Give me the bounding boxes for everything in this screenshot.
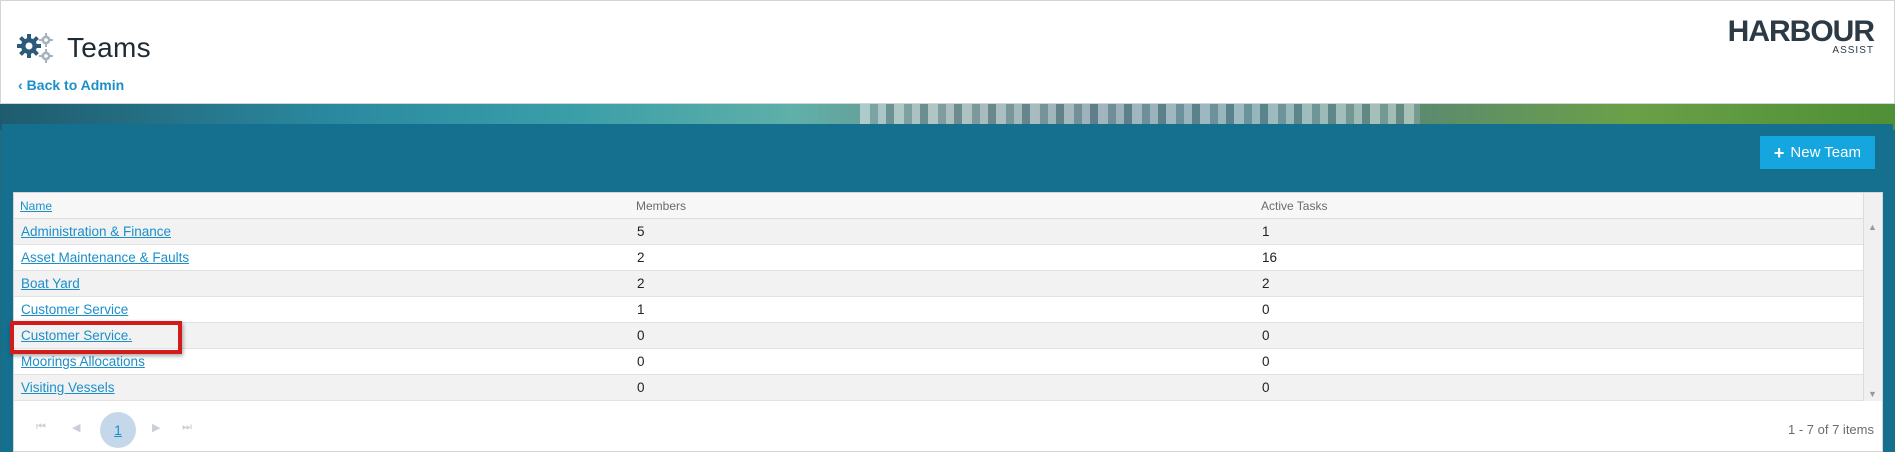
chevron-left-icon: ‹ — [18, 77, 23, 93]
column-header-name[interactable]: Name — [14, 193, 630, 219]
grid-scrollbar[interactable]: ▲ ▼ — [1863, 193, 1882, 401]
team-link[interactable]: Boat Yard — [21, 276, 80, 291]
prev-page-icon[interactable]: ◀ — [72, 421, 80, 434]
members-cell: 2 — [630, 270, 1255, 297]
team-link[interactable]: Administration & Finance — [21, 224, 171, 239]
page-number-button[interactable]: 1 — [100, 412, 136, 448]
team-link[interactable]: Asset Maintenance & Faults — [21, 250, 189, 265]
last-page-icon[interactable]: ⏭ — [182, 421, 192, 434]
back-to-admin-link[interactable]: ‹ Back to Admin — [18, 77, 124, 93]
new-team-button[interactable]: + New Team — [1759, 136, 1875, 169]
members-cell: 0 — [630, 322, 1255, 349]
scroll-up-icon[interactable]: ▲ — [1868, 222, 1877, 232]
pager-info: 1 - 7 of 7 items — [1788, 422, 1874, 437]
gears-icon — [17, 31, 55, 65]
page-header: Teams ‹ Back to Admin HARBOUR ASSIST — [0, 0, 1895, 104]
table-row: Visiting Vessels 0 0 — [14, 374, 1865, 401]
new-team-label: New Team — [1790, 144, 1861, 161]
members-cell: 0 — [630, 374, 1255, 401]
active-tasks-cell: 16 — [1255, 244, 1865, 271]
column-header-members: Members — [630, 193, 1255, 219]
members-cell: 0 — [630, 348, 1255, 375]
first-page-icon[interactable]: ⏮ — [36, 421, 46, 434]
active-tasks-cell: 0 — [1255, 374, 1865, 401]
scroll-down-icon[interactable]: ▼ — [1868, 389, 1877, 399]
page-title: Teams — [67, 32, 151, 63]
table-row: Customer Service. 0 0 — [14, 322, 1865, 349]
teams-table: Name Members Active Tasks Administration… — [14, 193, 1865, 401]
table-row: Administration & Finance 5 1 — [14, 218, 1865, 245]
table-row: Customer Service 1 0 — [14, 296, 1865, 323]
pager: ⏮ ◀ 1 ▶ ⏭ 1 - 7 of 7 items — [14, 409, 1882, 449]
toolbar: + New Team — [2, 124, 1893, 180]
active-tasks-cell: 0 — [1255, 322, 1865, 349]
team-link[interactable]: Moorings Allocations — [21, 354, 145, 369]
team-link[interactable]: Customer Service. — [21, 328, 132, 343]
header-row: Name Members Active Tasks — [14, 193, 1865, 219]
title-row: Teams — [17, 31, 151, 65]
harbour-assist-logo: HARBOUR ASSIST — [1727, 15, 1875, 56]
active-tasks-cell: 0 — [1255, 348, 1865, 375]
column-header-active-tasks: Active Tasks — [1255, 193, 1865, 219]
teams-grid: Name Members Active Tasks Administration… — [13, 192, 1883, 452]
active-tasks-cell: 2 — [1255, 270, 1865, 297]
members-cell: 5 — [630, 218, 1255, 245]
active-tasks-cell: 1 — [1255, 218, 1865, 245]
table-row: Boat Yard 2 2 — [14, 270, 1865, 297]
active-tasks-cell: 0 — [1255, 296, 1865, 323]
members-cell: 1 — [630, 296, 1255, 323]
team-link[interactable]: Customer Service — [21, 302, 128, 317]
teams-panel: + New Team Name Members Active Tasks Adm… — [2, 124, 1893, 452]
logo-word: HARBOUR — [1727, 15, 1875, 48]
plus-icon: + — [1773, 142, 1785, 163]
team-link[interactable]: Visiting Vessels — [21, 380, 115, 395]
back-link-label: Back to Admin — [26, 77, 125, 93]
next-page-icon[interactable]: ▶ — [152, 421, 160, 434]
table-row: Moorings Allocations 0 0 — [14, 348, 1865, 375]
members-cell: 2 — [630, 244, 1255, 271]
table-row: Asset Maintenance & Faults 2 16 — [14, 244, 1865, 271]
